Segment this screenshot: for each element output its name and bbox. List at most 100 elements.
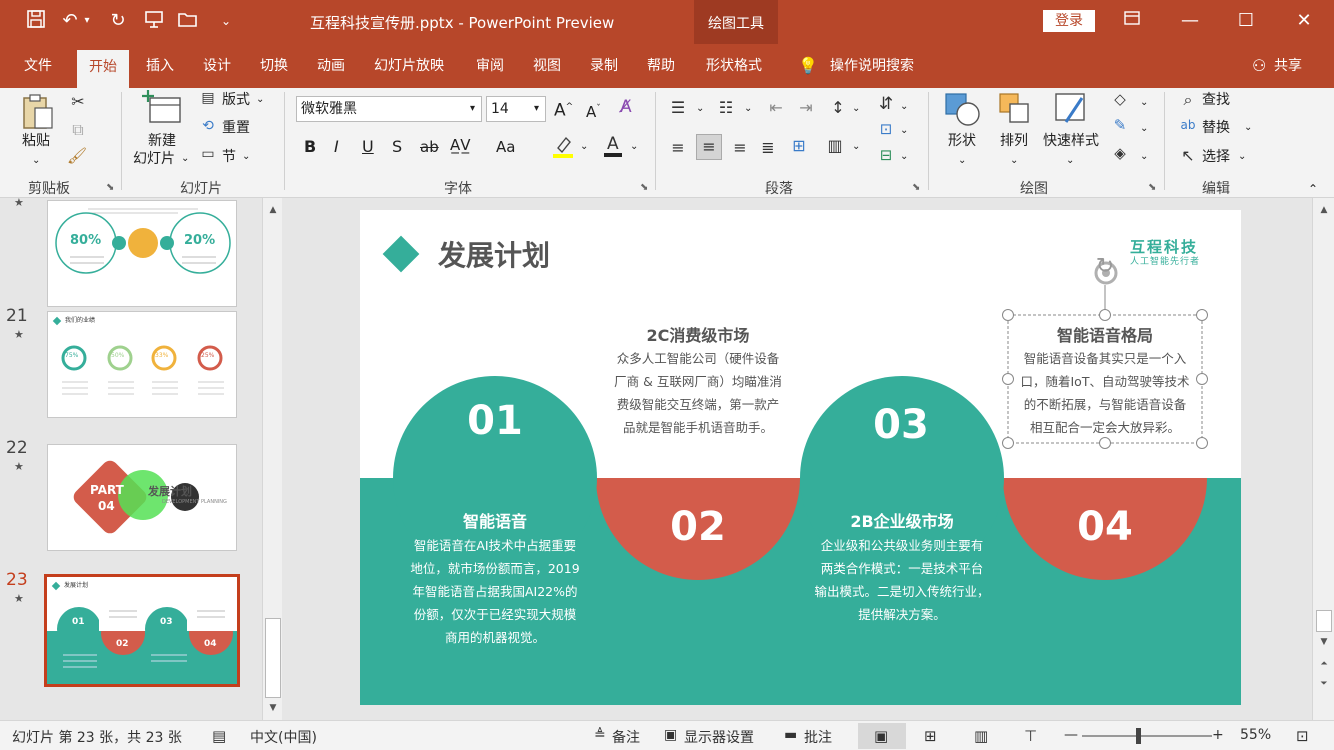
- comments-icon[interactable]: ▬: [784, 727, 797, 743]
- paste-button[interactable]: 粘贴: [22, 132, 50, 150]
- replace-button[interactable]: 替换: [1202, 119, 1230, 137]
- display-settings-button[interactable]: 显示器设置: [684, 727, 754, 747]
- arrange-icon[interactable]: [996, 90, 1034, 130]
- scroll-down-icon[interactable]: ▼: [265, 700, 281, 716]
- shrink-font-icon[interactable]: Aˇ: [586, 100, 601, 121]
- layout-button[interactable]: 版式: [222, 91, 250, 109]
- find-button[interactable]: 查找: [1202, 91, 1230, 109]
- present-icon[interactable]: [142, 9, 166, 33]
- align-left-icon[interactable]: ≡: [668, 138, 688, 157]
- grow-font-icon[interactable]: A^: [554, 98, 573, 120]
- line-spacing-dropdown-icon[interactable]: ⌄: [852, 100, 860, 118]
- paste-dropdown-icon[interactable]: ⌄: [32, 152, 40, 170]
- arrange-button[interactable]: 排列: [1000, 132, 1028, 150]
- slide-thumbnail-21[interactable]: 我们的业绩 75% 50% 33% 25%: [47, 311, 237, 418]
- text-shadow-icon[interactable]: S: [392, 138, 402, 156]
- replace-icon[interactable]: ab: [1178, 118, 1198, 132]
- reset-icon[interactable]: ⟲: [199, 118, 217, 134]
- zoom-out-icon[interactable]: —: [1064, 727, 1078, 743]
- notes-button[interactable]: 备注: [612, 727, 640, 747]
- shape-outline-dropdown-icon[interactable]: ⌄: [1140, 120, 1148, 138]
- increase-indent-icon[interactable]: ⇥: [796, 98, 816, 117]
- thumbnail-scrollbar[interactable]: ▲ ▼: [262, 198, 282, 720]
- shapes-button[interactable]: 形状: [948, 132, 976, 150]
- new-slide-label-2[interactable]: 幻灯片: [133, 150, 175, 168]
- smartart-dropdown-icon[interactable]: ⌄: [900, 148, 908, 166]
- char-spacing-icon[interactable]: A̲V̲: [450, 136, 471, 154]
- slide-thumbnail-20[interactable]: 80% 20%: [47, 200, 237, 307]
- undo-icon[interactable]: ↶: [58, 9, 82, 33]
- save-icon[interactable]: [24, 9, 48, 33]
- zoom-slider-track[interactable]: [1082, 735, 1212, 737]
- open-folder-icon[interactable]: [176, 9, 200, 33]
- shapes-icon[interactable]: [944, 90, 982, 130]
- zoom-level[interactable]: 55%: [1240, 727, 1271, 743]
- tab-file[interactable]: 文件: [24, 54, 52, 78]
- redo-icon[interactable]: ↻: [106, 9, 130, 33]
- tab-insert[interactable]: 插入: [146, 54, 174, 78]
- drawing-launcher-icon[interactable]: ⬊: [1148, 182, 1156, 193]
- shape-fill-icon[interactable]: ◇: [1110, 90, 1130, 108]
- text-direction-icon[interactable]: ⇵: [876, 94, 896, 114]
- select-dropdown-icon[interactable]: ⌄: [1238, 148, 1246, 166]
- replace-dropdown-icon[interactable]: ⌄: [1244, 119, 1252, 137]
- clear-formatting-icon[interactable]: A̸: [620, 98, 632, 116]
- tab-home[interactable]: 开始: [77, 50, 129, 88]
- numbering-dropdown-icon[interactable]: ⌄: [744, 100, 752, 118]
- select-icon[interactable]: ↖: [1178, 146, 1198, 165]
- paragraph-launcher-icon[interactable]: ⬊: [912, 182, 920, 193]
- underline-icon[interactable]: U: [362, 138, 374, 156]
- strikethrough-icon[interactable]: ab: [420, 138, 439, 156]
- line-spacing-icon[interactable]: ↕: [828, 98, 848, 117]
- text-direction-dropdown-icon[interactable]: ⌄: [900, 98, 908, 116]
- highlight-dropdown-icon[interactable]: ⌄: [580, 138, 588, 156]
- cut-icon[interactable]: ✂: [68, 92, 88, 111]
- section-button[interactable]: 节: [222, 148, 236, 166]
- quick-styles-icon[interactable]: [1052, 90, 1092, 130]
- previous-slide-icon[interactable]: ⏶: [1316, 656, 1332, 672]
- bullets-dropdown-icon[interactable]: ⌄: [696, 100, 704, 118]
- quick-styles-button[interactable]: 快速样式: [1043, 132, 1099, 150]
- resize-handle-n[interactable]: [1099, 309, 1111, 321]
- maximize-icon[interactable]: ☐: [1232, 8, 1260, 34]
- quick-styles-dropdown-icon[interactable]: ⌄: [1066, 152, 1074, 170]
- align-text-icon[interactable]: ⊡: [876, 120, 896, 138]
- slide-thumbnail-22[interactable]: PART 04 发展计划 DEVELOPMENT PLANNING: [47, 444, 237, 551]
- slideshow-icon[interactable]: ⊤: [1024, 727, 1037, 745]
- rotate-handle-icon[interactable]: ↻: [1092, 254, 1118, 280]
- slide-sorter-icon[interactable]: ⊞: [924, 727, 937, 745]
- new-slide-icon[interactable]: [142, 90, 182, 128]
- tab-record[interactable]: 录制: [590, 54, 618, 78]
- normal-view-button[interactable]: ▣: [858, 723, 906, 749]
- tell-me-search[interactable]: 操作说明搜索: [830, 54, 914, 78]
- columns-icon[interactable]: ▥: [824, 136, 846, 155]
- collapse-ribbon-icon[interactable]: ⌃: [1308, 180, 1318, 198]
- current-slide[interactable]: ↻ 发展计划 互程科技 人工智能先行者 01 智能语音 智能语音在AI技术中占据…: [360, 210, 1241, 705]
- tab-help[interactable]: 帮助: [647, 54, 675, 78]
- new-slide-dropdown-icon[interactable]: ⌄: [181, 150, 189, 168]
- login-button[interactable]: 登录: [1043, 10, 1095, 32]
- font-name-dropdown-icon[interactable]: ▾: [470, 100, 475, 118]
- font-color-dropdown-icon[interactable]: ⌄: [630, 138, 638, 156]
- shape-fill-dropdown-icon[interactable]: ⌄: [1140, 94, 1148, 112]
- minimize-icon[interactable]: —: [1176, 8, 1204, 34]
- select-button[interactable]: 选择: [1202, 148, 1230, 166]
- customize-qat-icon[interactable]: ⌄: [214, 9, 238, 33]
- align-text-dropdown-icon[interactable]: ⌄: [900, 122, 908, 140]
- tab-shape-format[interactable]: 形状格式: [706, 54, 762, 78]
- align-center-icon[interactable]: ≡: [696, 134, 722, 160]
- tab-view[interactable]: 视图: [533, 54, 561, 78]
- share-button[interactable]: 共享: [1274, 54, 1302, 78]
- paste-icon[interactable]: [20, 92, 56, 132]
- decrease-indent-icon[interactable]: ⇤: [766, 98, 786, 117]
- tab-slideshow[interactable]: 幻灯片放映: [374, 54, 444, 78]
- layout-dropdown-icon[interactable]: ⌄: [256, 91, 264, 109]
- find-icon[interactable]: ⌕: [1178, 90, 1198, 110]
- section-dropdown-icon[interactable]: ⌄: [242, 148, 250, 166]
- columns-dropdown-icon[interactable]: ⌄: [852, 138, 860, 156]
- language-indicator[interactable]: 中文(中国): [250, 727, 317, 747]
- zoom-slider-thumb[interactable]: [1136, 728, 1141, 744]
- tab-animations[interactable]: 动画: [317, 54, 345, 78]
- close-icon[interactable]: ✕: [1290, 8, 1318, 34]
- new-slide-label-1[interactable]: 新建: [148, 132, 176, 150]
